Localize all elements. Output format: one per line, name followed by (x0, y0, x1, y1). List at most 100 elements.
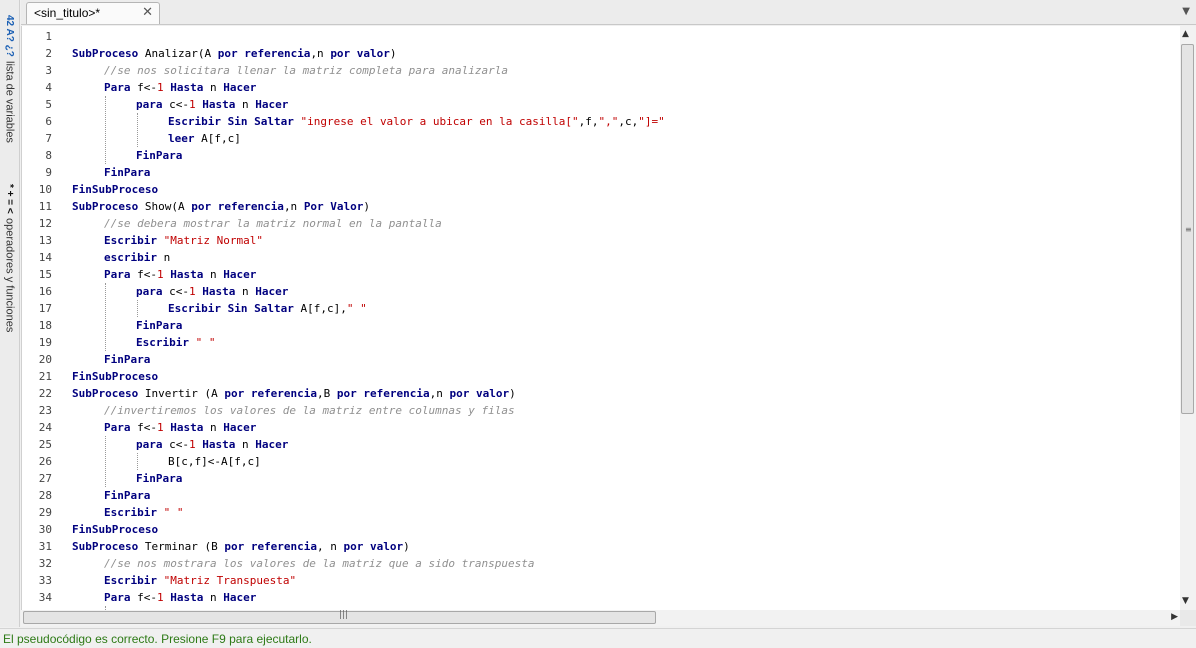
line-number: 3 (45, 64, 52, 77)
code-text: para c<-1 Hasta n Hacer (136, 96, 288, 113)
code-line[interactable]: 24 Para f<-1 Hasta n Hacer (22, 419, 1172, 436)
code-line[interactable]: 28 FinPara (22, 487, 1172, 504)
line-number: 5 (45, 98, 52, 111)
line-number: 22 (38, 387, 52, 400)
code-line[interactable]: 8 FinPara (22, 147, 1172, 164)
code-text: SubProceso Show(A por referencia,n Por V… (72, 198, 370, 215)
code-line[interactable]: 19 Escribir " " (22, 334, 1172, 351)
code-text: para c<-1 Hasta n Hacer (136, 436, 288, 453)
horizontal-scroll-thumb[interactable]: ||| (23, 610, 656, 624)
code-text: SubProceso Analizar(A por referencia,n p… (72, 45, 397, 62)
code-token: FinPara (104, 166, 151, 179)
code-token: Hacer (223, 81, 257, 94)
code-token: //invertiremos los valores de la matriz … (104, 404, 515, 417)
code-token: n (235, 438, 256, 451)
code-line[interactable]: 6 Escribir Sin Saltar "ingrese el valor a… (22, 113, 1172, 130)
code-token: Hasta (202, 285, 236, 298)
code-token: Hasta (202, 438, 236, 451)
scroll-up-icon[interactable]: ▲ (1182, 29, 1189, 39)
code-token: c<- (162, 98, 189, 111)
vertical-scroll-thumb[interactable]: ≡ (1181, 44, 1194, 414)
line-number: 34 (38, 591, 52, 604)
code-text: //se nos solicitara llenar la matriz com… (104, 62, 508, 79)
code-token: Hasta (202, 98, 236, 111)
code-line[interactable]: 20 FinPara (22, 351, 1172, 368)
code-token: 1 (189, 285, 196, 298)
code-text: Para f<-1 Hasta n Hacer (104, 589, 256, 606)
code-token: SubProceso (72, 47, 139, 60)
code-token: n (156, 251, 171, 264)
line-number: 6 (45, 115, 52, 128)
code-text: Para f<-1 Hasta n Hacer (104, 79, 256, 96)
code-line[interactable]: 26 B[c,f]<-A[f,c] (22, 453, 1172, 470)
code-token: "ingrese el valor a ubicar en la casilla… (300, 115, 579, 128)
horizontal-scrollbar[interactable]: ||| ▶ (21, 610, 1180, 626)
line-number: 17 (38, 302, 52, 315)
code-line[interactable]: 29 Escribir " " (22, 504, 1172, 521)
code-token: SubProceso (72, 540, 139, 553)
code-line[interactable]: 11 SubProceso Show(A por referencia,n Por… (22, 198, 1172, 215)
code-line[interactable]: 17 Escribir Sin Saltar A[f,c]," " (22, 300, 1172, 317)
code-token: //se nos mostrara los valores de la matr… (104, 557, 535, 570)
code-token: SubProceso (72, 387, 139, 400)
code-line[interactable]: 1 (22, 28, 1172, 45)
code-line[interactable]: 22 SubProceso Invertir (A por referencia,… (22, 385, 1172, 402)
code-token: Por Valor (303, 200, 364, 213)
code-token: escribir (104, 251, 157, 264)
code-line[interactable]: 12 //se debera mostrar la matriz normal e… (22, 215, 1172, 232)
code-line[interactable]: 21 FinSubProceso (22, 368, 1172, 385)
code-token: FinPara (136, 319, 183, 332)
line-number: 13 (38, 234, 52, 247)
scroll-down-icon[interactable]: ▼ (1182, 596, 1189, 606)
code-token: FinSubProceso (72, 183, 159, 196)
scroll-right-icon[interactable]: ▶ (1171, 612, 1178, 622)
code-token: 1 (157, 421, 164, 434)
close-tab-icon[interactable]: ✕ (142, 4, 153, 20)
line-number: 21 (38, 370, 52, 383)
code-token: 1 (189, 438, 196, 451)
code-token: "]=" (638, 115, 665, 128)
code-line[interactable]: 18 FinPara (22, 317, 1172, 334)
code-line[interactable]: 10 FinSubProceso (22, 181, 1172, 198)
code-text: Escribir " " (104, 504, 183, 521)
code-line[interactable]: 15 Para f<-1 Hasta n Hacer (22, 266, 1172, 283)
code-line[interactable]: 27 FinPara (22, 470, 1172, 487)
code-editor[interactable]: 1 2 SubProceso Analizar(A por referencia,n… (21, 26, 1181, 610)
code-line[interactable]: 31 SubProceso Terminar (B por referencia,… (22, 538, 1172, 555)
code-token: ,B (317, 387, 337, 400)
code-token: para (136, 438, 163, 451)
code-token: Escribir (104, 234, 157, 247)
tab-list-dropdown-icon[interactable]: ▼ (1182, 6, 1190, 17)
code-line[interactable]: 23 //invertiremos los valores de la matri… (22, 402, 1172, 419)
code-line[interactable]: 14 escribir n (22, 249, 1172, 266)
code-token: 1 (189, 98, 196, 111)
code-line[interactable]: 9 FinPara (22, 164, 1172, 181)
code-token: Escribir (136, 336, 189, 349)
code-line[interactable]: 30 FinSubProceso (22, 521, 1172, 538)
code-line[interactable]: 4 Para f<-1 Hasta n Hacer (22, 79, 1172, 96)
code-line[interactable]: 32 //se nos mostrara los valores de la ma… (22, 555, 1172, 572)
line-number: 26 (38, 455, 52, 468)
code-text: FinSubProceso (72, 368, 158, 385)
code-token: Show(A (138, 200, 192, 213)
code-line[interactable]: 7 leer A[f,c] (22, 130, 1172, 147)
tab-sin-titulo[interactable]: <sin_titulo>* ✕ (26, 2, 160, 24)
vertical-scrollbar[interactable]: ▲ ≡ ▼ (1180, 26, 1196, 610)
code-line[interactable]: 16 para c<-1 Hasta n Hacer (22, 283, 1172, 300)
operators-functions-tab[interactable]: * + = < operadores y funciones (0, 172, 19, 344)
code-line[interactable]: 25 para c<-1 Hasta n Hacer (22, 436, 1172, 453)
code-line[interactable]: 3 //se nos solicitara llenar la matriz co… (22, 62, 1172, 79)
code-line[interactable]: 34 Para f<-1 Hasta n Hacer (22, 589, 1172, 606)
code-line[interactable]: 13 Escribir "Matriz Normal" (22, 232, 1172, 249)
code-text: FinPara (104, 164, 150, 181)
code-line[interactable]: 5 para c<-1 Hasta n Hacer (22, 96, 1172, 113)
code-token: n (203, 591, 224, 604)
code-token: leer (168, 132, 195, 145)
code-token: Para (104, 81, 131, 94)
code-line[interactable]: 2 SubProceso Analizar(A por referencia,n … (22, 45, 1172, 62)
code-line[interactable]: 33 Escribir "Matriz Transpuesta" (22, 572, 1172, 589)
code-text: //se nos mostrara los valores de la matr… (104, 555, 534, 572)
code-token: n (203, 81, 224, 94)
variables-list-tab[interactable]: 42 A? ¿? lista de variables (0, 4, 19, 154)
